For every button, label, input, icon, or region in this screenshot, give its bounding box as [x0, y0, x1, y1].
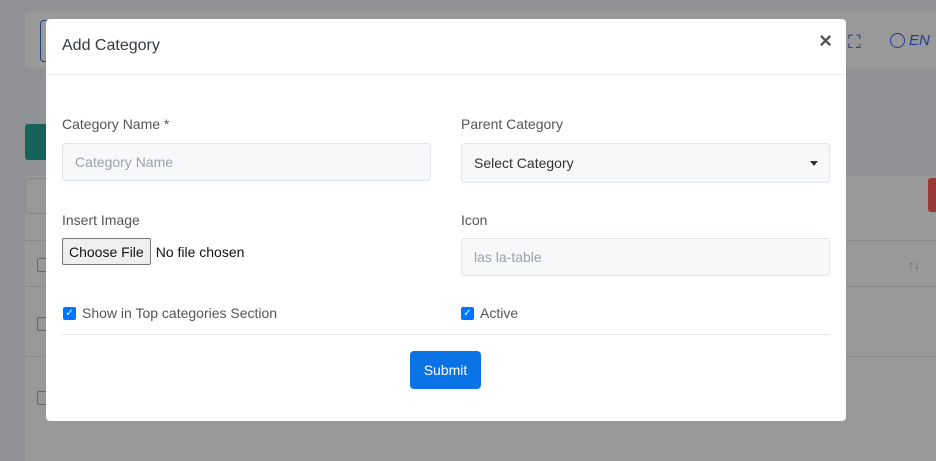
- active-checkbox[interactable]: ✓: [461, 306, 474, 320]
- active-label: Active: [480, 305, 519, 321]
- image-file-input[interactable]: Choose File No file chosen: [62, 238, 244, 265]
- caret-down-icon: [810, 161, 818, 166]
- parent-category-label: Parent Category: [461, 116, 563, 132]
- submit-button[interactable]: Submit: [410, 351, 481, 389]
- category-name-input[interactable]: [62, 143, 431, 181]
- insert-image-label: Insert Image: [62, 212, 140, 228]
- active-toggle[interactable]: ✓ Active: [461, 305, 518, 321]
- icon-input[interactable]: [461, 238, 830, 276]
- choose-file-button[interactable]: Choose File: [62, 238, 151, 265]
- show-top-categories-checkbox[interactable]: ✓: [63, 306, 76, 320]
- close-icon[interactable]: ×: [819, 29, 832, 53]
- add-category-modal: Add Category × Category Name * Parent Ca…: [46, 19, 846, 421]
- form-divider: [62, 334, 830, 335]
- category-name-label: Category Name *: [62, 116, 170, 132]
- parent-category-select[interactable]: Select Category: [461, 143, 830, 183]
- icon-label: Icon: [461, 212, 488, 228]
- show-top-categories-label: Show in Top categories Section: [82, 305, 278, 321]
- show-top-categories-toggle[interactable]: ✓ Show in Top categories Section: [63, 305, 277, 321]
- modal-header: Add Category ×: [46, 19, 846, 75]
- file-status: No file chosen: [155, 243, 245, 260]
- parent-category-selected: Select Category: [474, 155, 574, 171]
- modal-title: Add Category: [62, 37, 160, 54]
